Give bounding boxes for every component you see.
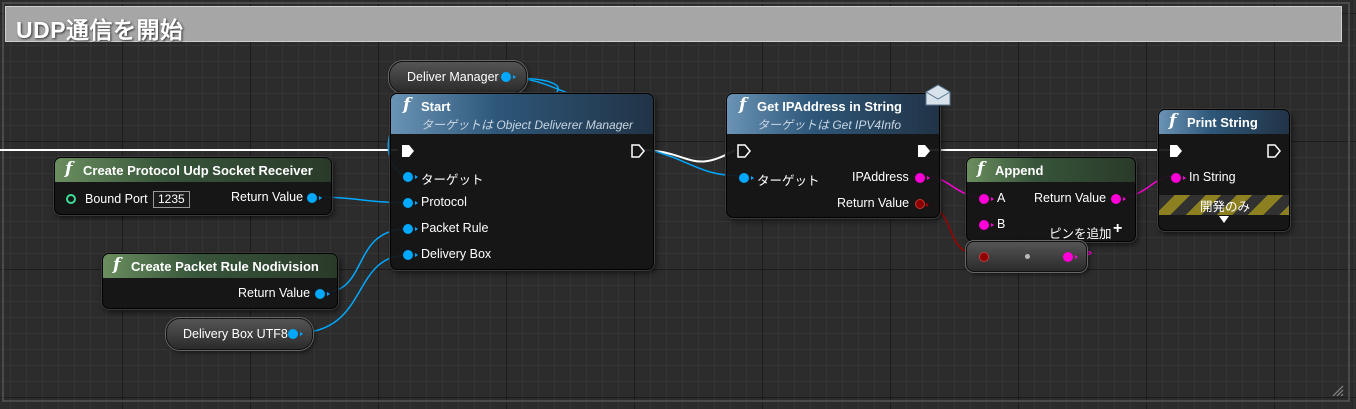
node-title: Create Packet Rule Nodivision: [131, 259, 319, 274]
expand-arrow-icon[interactable]: [1219, 216, 1229, 223]
variable-label: Delivery Box UTF8: [183, 327, 288, 341]
conversion-in-pin[interactable]: [979, 252, 989, 262]
return-value-label: Return Value: [837, 196, 910, 210]
return-value-label: Return Value: [1034, 191, 1107, 205]
return-value-pin[interactable]: [315, 289, 330, 299]
in-string-label: In String: [1189, 170, 1236, 184]
return-value-pin[interactable]: [307, 193, 322, 203]
variable-pin[interactable]: [288, 329, 303, 339]
node-create-protocol-udp[interactable]: f Create Protocol Udp Socket Receiver Bo…: [54, 157, 332, 215]
node-get-ipaddress[interactable]: f Get IPAddress in String ターゲットは Get IPV…: [726, 93, 940, 218]
node-create-packet-rule[interactable]: f Create Packet Rule Nodivision Return V…: [102, 253, 338, 309]
node-header: [967, 158, 1135, 182]
return-value-label: Return Value: [238, 286, 311, 300]
function-icon: f: [65, 159, 73, 179]
resize-grip-icon[interactable]: [1330, 383, 1344, 397]
exec-out-pin[interactable]: [917, 144, 931, 158]
function-icon: f: [739, 95, 747, 115]
packet-rule-pin[interactable]: [403, 224, 418, 234]
node-title: Get IPAddress in String: [757, 99, 902, 114]
protocol-label: Protocol: [421, 195, 467, 209]
node-append[interactable]: f Append A Return Value B ピンを追加 +: [966, 157, 1136, 242]
packet-rule-label: Packet Rule: [421, 221, 489, 235]
exec-in-pin[interactable]: [737, 144, 751, 158]
node-title: Start: [421, 99, 451, 114]
b-pin[interactable]: [979, 220, 994, 230]
a-pin[interactable]: [979, 194, 994, 204]
exec-out-pin[interactable]: [631, 144, 645, 158]
envelope-icon: [925, 84, 951, 106]
ipaddress-label: IPAddress: [852, 170, 909, 184]
bound-port-label: Bound Port: [85, 192, 148, 206]
exec-out-pin[interactable]: [1267, 144, 1281, 158]
add-pin-icon[interactable]: +: [1113, 220, 1122, 238]
target-label: ターゲット: [757, 174, 820, 188]
target-pin[interactable]: [739, 173, 754, 183]
delivery-box-pin[interactable]: [403, 250, 418, 260]
target-label: ターゲット: [421, 173, 484, 187]
exec-in-pin[interactable]: [401, 144, 415, 158]
return-value-pin[interactable]: [1111, 194, 1126, 204]
node-title: Create Protocol Udp Socket Receiver: [83, 163, 313, 178]
node-title: Append: [995, 163, 1044, 178]
node-subtitle: ターゲットは Get IPV4Info: [757, 118, 902, 132]
ipaddress-pin[interactable]: [915, 173, 930, 183]
bound-port-input[interactable]: 1235: [153, 191, 190, 208]
node-print-string[interactable]: f Print String In String 開発のみ: [1158, 109, 1290, 231]
add-pin-label[interactable]: ピンを追加: [1049, 223, 1112, 242]
node-bool-to-string-conversion[interactable]: [966, 241, 1087, 272]
return-value-pin[interactable]: [915, 199, 929, 209]
function-icon: f: [1169, 111, 1177, 131]
development-only-label: 開発のみ: [1200, 200, 1251, 214]
b-label: B: [997, 217, 1006, 231]
return-value-label: Return Value: [231, 190, 304, 204]
node-subtitle: ターゲットは Object Deliverer Manager: [421, 118, 634, 132]
blueprint-graph[interactable]: UDP通信を開始 f Create Protocol Udp Socket Re…: [0, 0, 1356, 409]
protocol-pin[interactable]: [403, 198, 418, 208]
delivery-box-label: Delivery Box: [421, 247, 492, 261]
in-string-pin[interactable]: [1171, 173, 1186, 183]
exec-in-pin[interactable]: [1169, 144, 1183, 158]
bound-port-pin[interactable]: [66, 194, 76, 204]
conversion-dot: [1025, 254, 1030, 259]
function-icon: f: [113, 255, 121, 275]
variable-pin[interactable]: [501, 72, 516, 82]
node-title: Print String: [1187, 115, 1258, 130]
a-label: A: [997, 191, 1006, 205]
variable-label: Deliver Manager: [407, 70, 499, 84]
target-pin[interactable]: [403, 172, 418, 182]
conversion-out-pin[interactable]: [1063, 252, 1078, 262]
function-icon: f: [977, 159, 985, 179]
function-icon: f: [403, 95, 411, 115]
node-start[interactable]: f Start ターゲットは Object Deliverer Manager …: [390, 93, 654, 270]
node-deliver-manager[interactable]: Deliver Manager: [389, 61, 527, 93]
node-delivery-box-utf8[interactable]: Delivery Box UTF8: [166, 318, 313, 350]
